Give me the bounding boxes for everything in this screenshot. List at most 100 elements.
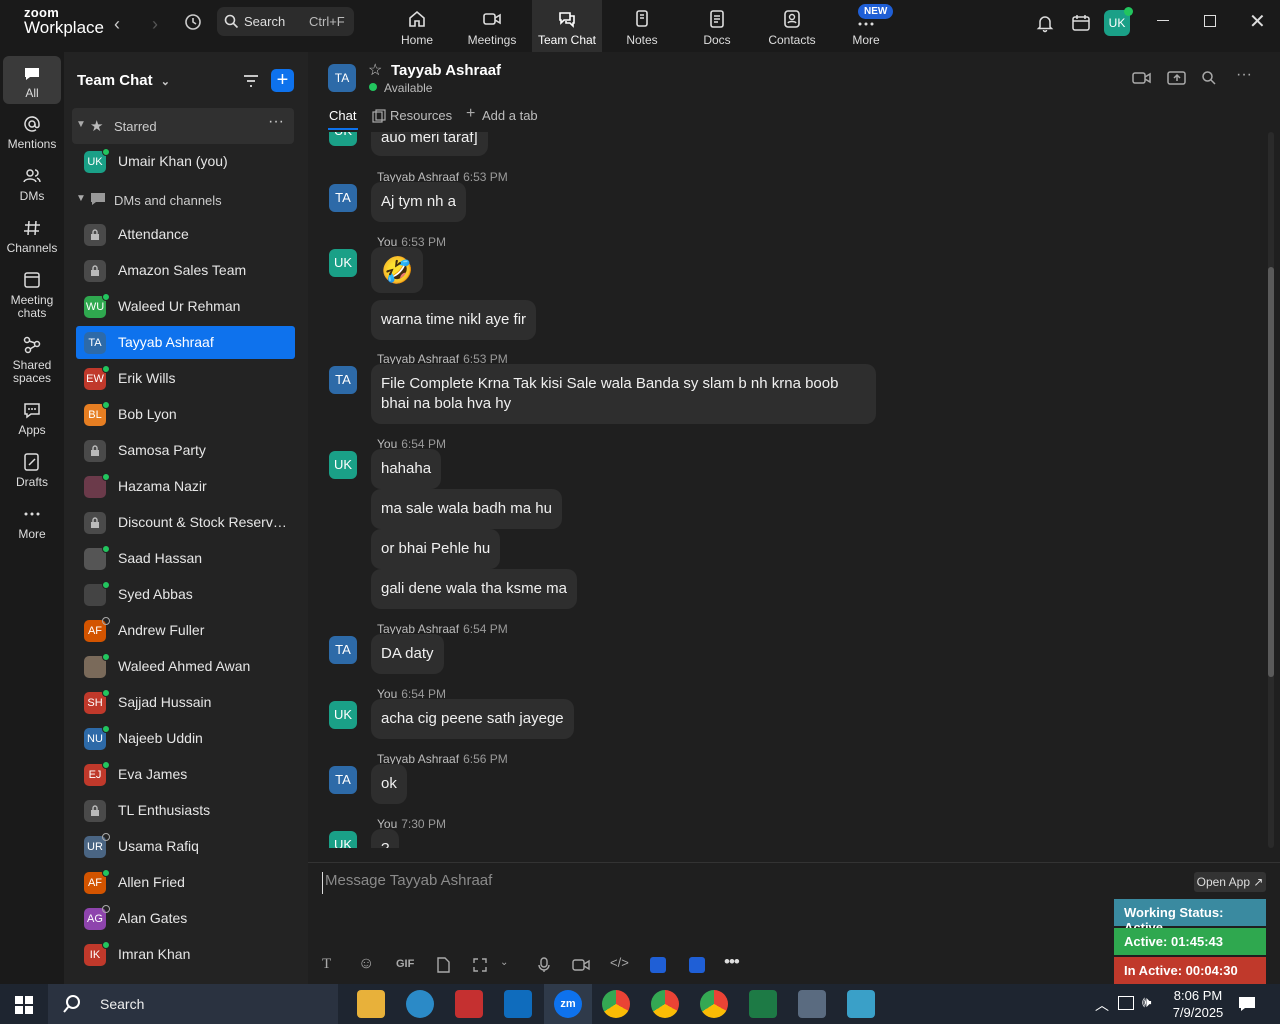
clock-time[interactable]: 8:06 PM <box>1172 988 1224 1003</box>
code-snippet-icon[interactable]: </> <box>610 955 629 970</box>
rail-dms[interactable]: DMs <box>0 166 64 203</box>
screenshot-icon[interactable] <box>472 957 488 978</box>
rail-drafts[interactable]: Drafts <box>0 452 64 489</box>
network-icon[interactable] <box>1118 996 1134 1010</box>
message-bubble[interactable]: warna time nikl aye fir <box>371 300 537 340</box>
rail-shared-spaces[interactable]: Shared spaces <box>0 335 64 385</box>
microphone-icon[interactable] <box>538 957 550 978</box>
more-options-icon[interactable]: ··· <box>268 113 284 131</box>
video-message-icon[interactable] <box>572 958 590 977</box>
forward-arrow-icon[interactable]: › <box>152 14 158 35</box>
more-options-icon[interactable]: ··· <box>1236 66 1252 84</box>
message-avatar[interactable]: TA <box>329 184 357 212</box>
message-bubble[interactable]: ma sale wala badh ma hu <box>371 489 562 529</box>
file-explorer-icon[interactable] <box>357 990 385 1018</box>
message-bubble[interactable]: hahaha <box>371 449 442 489</box>
message-avatar[interactable]: UK <box>329 249 357 277</box>
share-screen-icon[interactable] <box>1167 70 1187 91</box>
message-avatar[interactable]: UK <box>329 831 357 848</box>
chat-item[interactable]: SH Sajjad Hussain <box>76 686 295 719</box>
chat-item[interactable]: EJ Eva James <box>76 758 295 791</box>
chrome-icon[interactable] <box>700 990 728 1018</box>
scrollbar-thumb[interactable] <box>1268 267 1274 677</box>
notifications-icon[interactable] <box>1238 995 1256 1018</box>
chat-item[interactable]: AF Andrew Fuller <box>76 614 295 647</box>
search-icon[interactable] <box>1201 70 1217 91</box>
open-app-button[interactable]: Open App ↗ <box>1194 872 1266 892</box>
chevron-down-icon[interactable]: ⌄ <box>500 957 508 968</box>
file-icon[interactable] <box>436 957 450 978</box>
starred-section[interactable]: ▼ ★ Starred ··· <box>72 108 294 144</box>
message-bubble[interactable]: 🤣 <box>371 247 424 293</box>
filezilla-icon[interactable] <box>455 990 483 1018</box>
message-bubble[interactable]: gali dene wala tha ksme ma <box>371 569 577 609</box>
chat-item[interactable]: Amazon Sales Team <box>76 254 295 287</box>
app-icon[interactable] <box>406 990 434 1018</box>
video-call-icon[interactable] <box>1132 70 1152 91</box>
maximize-icon[interactable] <box>1204 15 1216 27</box>
chat-item[interactable]: AG Alan Gates <box>76 902 295 935</box>
rail-channels[interactable]: Channels <box>0 218 64 255</box>
chat-item[interactable]: NU Najeeb Uddin <box>76 722 295 755</box>
message-bubble[interactable]: Aj tym nh a <box>371 182 467 222</box>
chat-item-self[interactable]: UK Umair Khan (you) <box>76 145 295 178</box>
nav-team-chat[interactable]: Team Chat <box>532 0 602 52</box>
back-arrow-icon[interactable]: ‹ <box>114 14 120 35</box>
chat-item[interactable]: Attendance <box>76 218 295 251</box>
chrome-icon[interactable] <box>651 990 679 1018</box>
excel-icon[interactable] <box>749 990 777 1018</box>
message-avatar[interactable]: UK <box>329 451 357 479</box>
chat-item[interactable]: Hazama Nazir <box>76 470 295 503</box>
message-bubble[interactable]: acha cig peene sath jayege <box>371 699 574 739</box>
sidebar-title[interactable]: Team Chat ⌄ <box>77 72 170 89</box>
rail-apps[interactable]: Apps <box>0 400 64 437</box>
calculator-icon[interactable] <box>798 990 826 1018</box>
history-icon[interactable] <box>183 12 203 37</box>
nav-docs[interactable]: Docs <box>682 0 752 52</box>
tab-chat[interactable]: Chat <box>329 108 356 123</box>
message-bubble[interactable]: File Complete Krna Tak kisi Sale wala Ba… <box>371 364 876 424</box>
tab-resources[interactable]: Resources <box>390 108 452 123</box>
chat-item[interactable]: Syed Abbas <box>76 578 295 611</box>
text-format-icon[interactable]: T <box>322 956 331 973</box>
bell-icon[interactable] <box>1035 13 1055 38</box>
message-avatar[interactable]: TA <box>329 366 357 394</box>
chat-item[interactable]: UR Usama Rafiq <box>76 830 295 863</box>
chat-item[interactable]: Samosa Party <box>76 434 295 467</box>
tab-add[interactable]: Add a tab <box>482 108 538 123</box>
scrollbar-track[interactable] <box>1268 132 1274 848</box>
nav-contacts[interactable]: Contacts <box>757 0 827 52</box>
new-chat-button[interactable]: + <box>271 69 294 92</box>
message-avatar[interactable]: TA <box>329 636 357 664</box>
chat-item[interactable]: Saad Hassan <box>76 542 295 575</box>
chat-item[interactable]: Waleed Ahmed Awan <box>76 650 295 683</box>
rail-all[interactable]: All <box>3 56 61 104</box>
rail-more[interactable]: More <box>0 504 64 541</box>
volume-icon[interactable]: 🕪 <box>1142 994 1151 1011</box>
zoom-app-icon[interactable] <box>689 957 705 973</box>
outlook-icon[interactable] <box>504 990 532 1018</box>
chat-item[interactable]: WU Waleed Ur Rehman <box>76 290 295 323</box>
more-options-icon[interactable]: ••• <box>724 952 740 972</box>
clock-date[interactable]: 7/9/2025 <box>1168 1005 1228 1020</box>
star-outline-icon[interactable]: ☆ <box>368 60 382 80</box>
chevron-up-icon[interactable]: ︿ <box>1095 995 1109 1015</box>
contact-name[interactable]: Tayyab Ashraaf <box>391 62 501 79</box>
app-shortcut-icon[interactable] <box>650 957 666 973</box>
chat-item[interactable]: Discount & Stock Reservati... <box>76 506 295 539</box>
nav-home[interactable]: Home <box>382 0 452 52</box>
contact-avatar[interactable]: TA <box>328 64 356 92</box>
zoom-taskbar-item[interactable]: zm <box>544 984 592 1024</box>
chrome-icon[interactable] <box>602 990 630 1018</box>
message-bubble[interactable]: ? <box>371 829 400 848</box>
nav-meetings[interactable]: Meetings <box>457 0 527 52</box>
windows-start-icon[interactable] <box>15 996 33 1019</box>
rail-meeting-chats[interactable]: Meeting chats <box>0 270 64 320</box>
app-icon[interactable] <box>847 990 875 1018</box>
message-bubble[interactable]: ok <box>371 764 407 804</box>
message-bubble[interactable]: or bhai Pehle hu <box>371 529 501 569</box>
chat-item[interactable]: EW Erik Wills <box>76 362 295 395</box>
message-input[interactable]: Message Tayyab Ashraaf <box>322 872 1102 894</box>
chat-item[interactable]: BL Bob Lyon <box>76 398 295 431</box>
filter-icon[interactable] <box>242 72 260 95</box>
